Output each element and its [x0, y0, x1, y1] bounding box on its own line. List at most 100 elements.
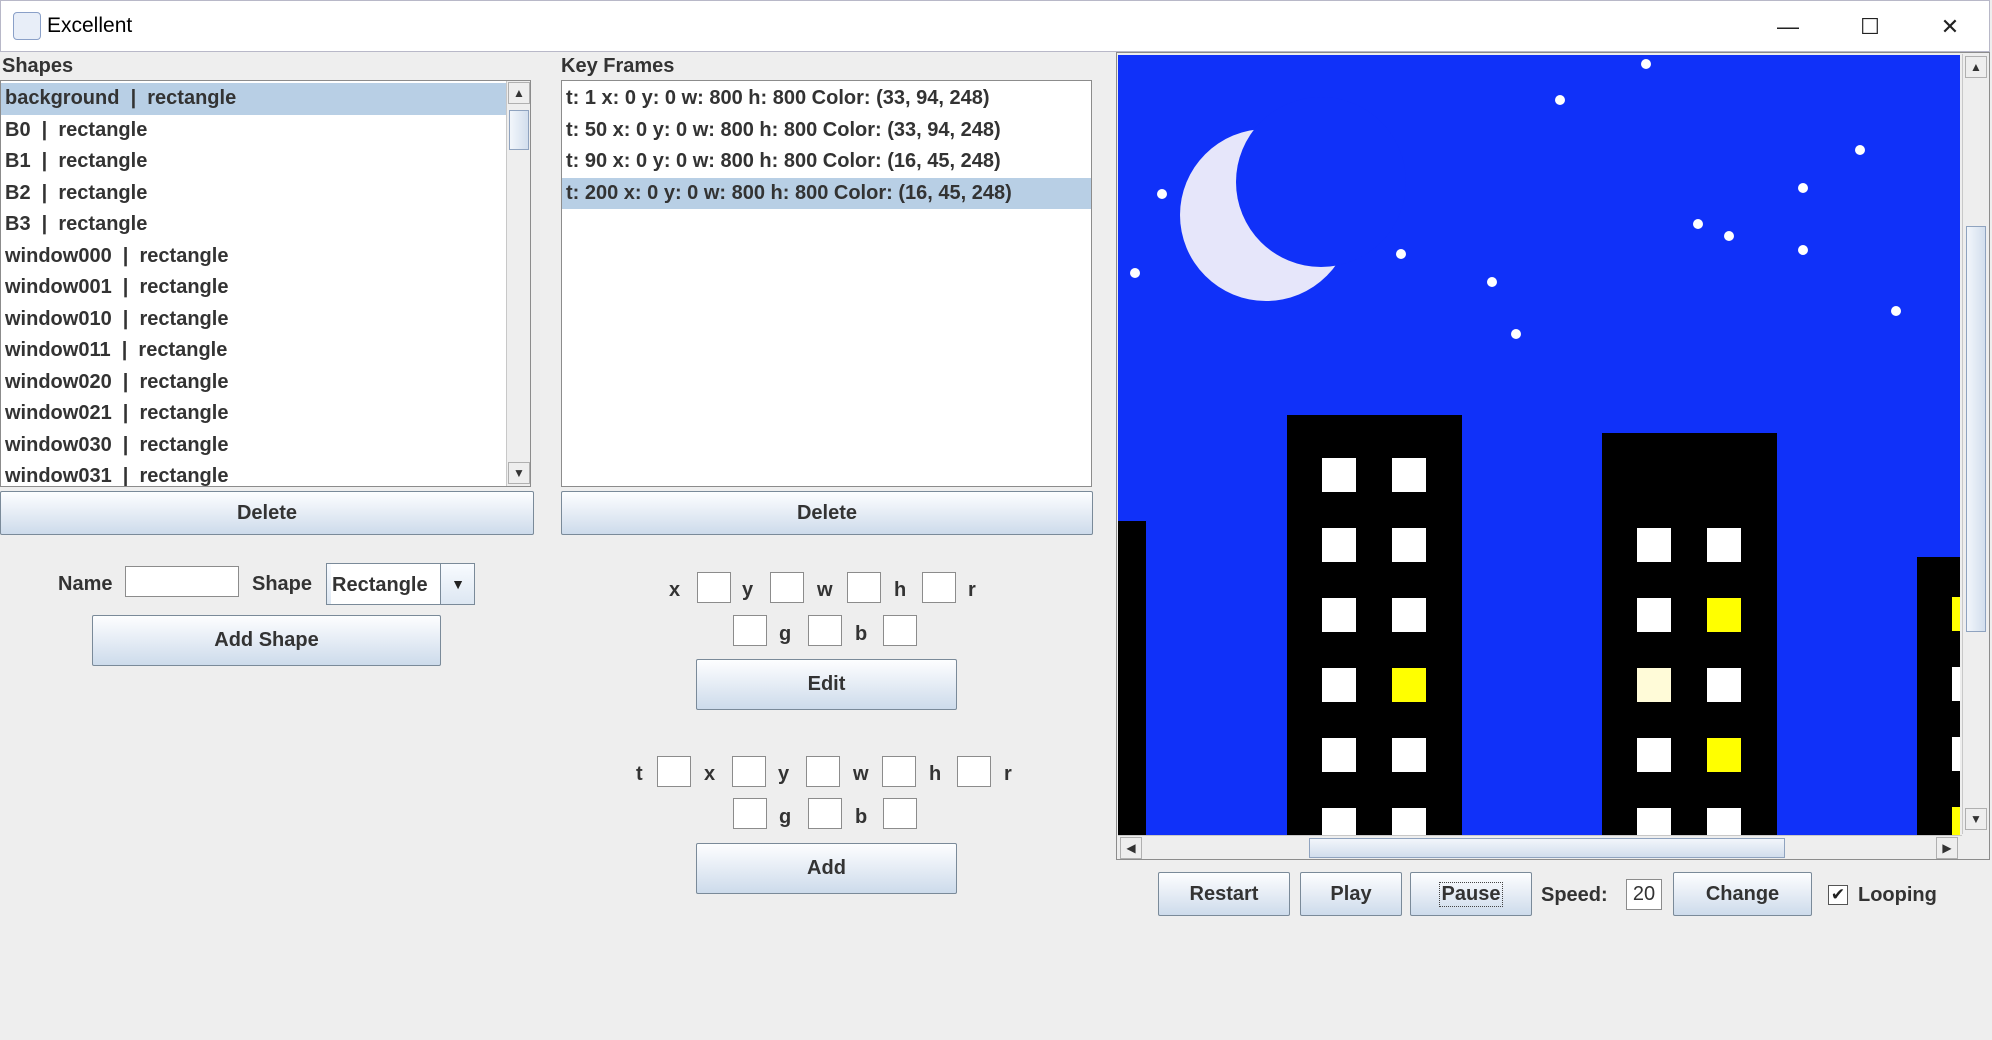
building-window — [1952, 597, 1960, 631]
keyframes-list[interactable]: t: 1 x: 0 y: 0 w: 800 h: 800 Color: (33,… — [561, 80, 1092, 487]
java-app-icon — [13, 12, 41, 40]
list-item[interactable]: B1 | rectangle — [1, 146, 506, 178]
add-y-label: y — [778, 763, 790, 785]
building-window — [1322, 598, 1356, 632]
list-item[interactable]: window021 | rectangle — [1, 398, 506, 430]
delete-shape-button[interactable]: Delete — [0, 491, 534, 535]
star — [1511, 329, 1521, 339]
list-item[interactable]: t: 90 x: 0 y: 0 w: 800 h: 800 Color: (16… — [562, 146, 1091, 178]
add-shape-button[interactable]: Add Shape — [92, 615, 441, 666]
add-keyframe-button[interactable]: Add — [696, 843, 957, 894]
canvas-hscroll-thumb[interactable] — [1309, 838, 1785, 858]
star — [1798, 245, 1808, 255]
shape-label: Shape — [252, 573, 313, 595]
building-window — [1322, 668, 1356, 702]
building-window — [1322, 808, 1356, 835]
scroll-up-icon[interactable]: ▲ — [508, 82, 530, 104]
play-button[interactable]: Play — [1300, 872, 1402, 916]
close-icon[interactable]: ✕ — [1927, 9, 1973, 45]
keyframes-list-rows: t: 1 x: 0 y: 0 w: 800 h: 800 Color: (33,… — [562, 83, 1091, 209]
edit-h-input[interactable] — [922, 572, 956, 603]
shape-select[interactable]: Rectangle ▼ — [326, 563, 475, 605]
add-w-label: w — [853, 763, 869, 785]
delete-keyframe-button[interactable]: Delete — [561, 491, 1093, 535]
building-window — [1707, 808, 1741, 835]
add-r-input[interactable] — [733, 798, 767, 829]
pause-button[interactable]: Pause — [1410, 872, 1532, 916]
edit-x-input[interactable] — [697, 572, 731, 603]
building-window — [1637, 598, 1671, 632]
edit-g-input[interactable] — [808, 615, 842, 646]
restart-button[interactable]: Restart — [1158, 872, 1290, 916]
list-item[interactable]: window000 | rectangle — [1, 241, 506, 273]
shapes-label: Shapes — [2, 55, 74, 77]
edit-y-label: y — [742, 579, 754, 601]
animation-canvas — [1118, 55, 1960, 835]
star — [1641, 59, 1651, 69]
star — [1855, 145, 1865, 155]
change-speed-button[interactable]: Change — [1673, 872, 1812, 916]
shapes-list-rows: background | rectangle B0 | rectangle B1 |… — [1, 83, 506, 486]
list-item[interactable]: B0 | rectangle — [1, 115, 506, 147]
name-input[interactable] — [125, 566, 239, 597]
add-y-input[interactable] — [806, 756, 840, 787]
star — [1798, 183, 1808, 193]
animation-viewport[interactable]: ▲ ▼ ◀ ▶ — [1116, 52, 1990, 860]
building-window — [1392, 668, 1426, 702]
add-g-input[interactable] — [808, 798, 842, 829]
shapes-scrollbar[interactable]: ▲ ▼ — [506, 81, 530, 486]
add-b-input[interactable] — [883, 798, 917, 829]
star — [1693, 219, 1703, 229]
moon-shadow — [1236, 97, 1406, 267]
shapes-list[interactable]: background | rectangle B0 | rectangle B1 |… — [0, 80, 531, 487]
list-item[interactable]: window011 | rectangle — [1, 335, 506, 367]
building-window — [1637, 808, 1671, 835]
chevron-down-icon[interactable]: ▼ — [440, 564, 475, 604]
edit-r-label: r — [968, 579, 976, 601]
canvas-horizontal-scrollbar[interactable]: ◀ ▶ — [1118, 835, 1962, 859]
edit-b-input[interactable] — [883, 615, 917, 646]
edit-y-input[interactable] — [770, 572, 804, 603]
building-window — [1637, 528, 1671, 562]
building-window — [1392, 458, 1426, 492]
shapes-scroll-thumb[interactable] — [509, 110, 529, 150]
list-item[interactable]: B2 | rectangle — [1, 178, 506, 210]
list-item[interactable]: window020 | rectangle — [1, 367, 506, 399]
list-item[interactable]: B3 | rectangle — [1, 209, 506, 241]
add-t-input[interactable] — [657, 756, 691, 787]
minimize-icon[interactable]: — — [1765, 9, 1811, 45]
scroll-right-icon[interactable]: ▶ — [1936, 837, 1958, 859]
building-window — [1392, 738, 1426, 772]
building-window — [1322, 738, 1356, 772]
list-item[interactable]: t: 50 x: 0 y: 0 w: 800 h: 800 Color: (33… — [562, 115, 1091, 147]
list-item[interactable]: window010 | rectangle — [1, 304, 506, 336]
name-label: Name — [58, 573, 113, 595]
scroll-down-icon[interactable]: ▼ — [508, 462, 530, 484]
scroll-down-icon[interactable]: ▼ — [1965, 808, 1987, 830]
edit-w-input[interactable] — [847, 572, 881, 603]
scroll-left-icon[interactable]: ◀ — [1120, 837, 1142, 859]
edit-r-input[interactable] — [733, 615, 767, 646]
building — [1602, 433, 1777, 835]
list-item[interactable]: background | rectangle — [1, 83, 506, 115]
list-item[interactable]: t: 1 x: 0 y: 0 w: 800 h: 800 Color: (33,… — [562, 83, 1091, 115]
edit-w-label: w — [817, 579, 833, 601]
building-window — [1707, 528, 1741, 562]
scroll-up-icon[interactable]: ▲ — [1965, 56, 1987, 78]
canvas-vscroll-thumb[interactable] — [1966, 226, 1986, 632]
speed-input[interactable]: 20 — [1626, 879, 1662, 910]
list-item[interactable]: window001 | rectangle — [1, 272, 506, 304]
add-x-input[interactable] — [732, 756, 766, 787]
list-item[interactable]: window031 | rectangle — [1, 461, 506, 486]
building-window — [1392, 528, 1426, 562]
list-item[interactable]: window030 | rectangle — [1, 430, 506, 462]
edit-keyframe-button[interactable]: Edit — [696, 659, 957, 710]
list-item[interactable]: t: 200 x: 0 y: 0 w: 800 h: 800 Color: (1… — [562, 177, 1091, 209]
add-h-input[interactable] — [957, 756, 991, 787]
looping-checkbox[interactable]: ✔ — [1828, 885, 1848, 905]
canvas-vertical-scrollbar[interactable]: ▲ ▼ — [1962, 54, 1988, 834]
add-w-input[interactable] — [882, 756, 916, 787]
maximize-icon[interactable]: ☐ — [1847, 9, 1893, 45]
shape-select-value: Rectangle — [332, 574, 428, 596]
window-title: Excellent — [47, 14, 133, 37]
